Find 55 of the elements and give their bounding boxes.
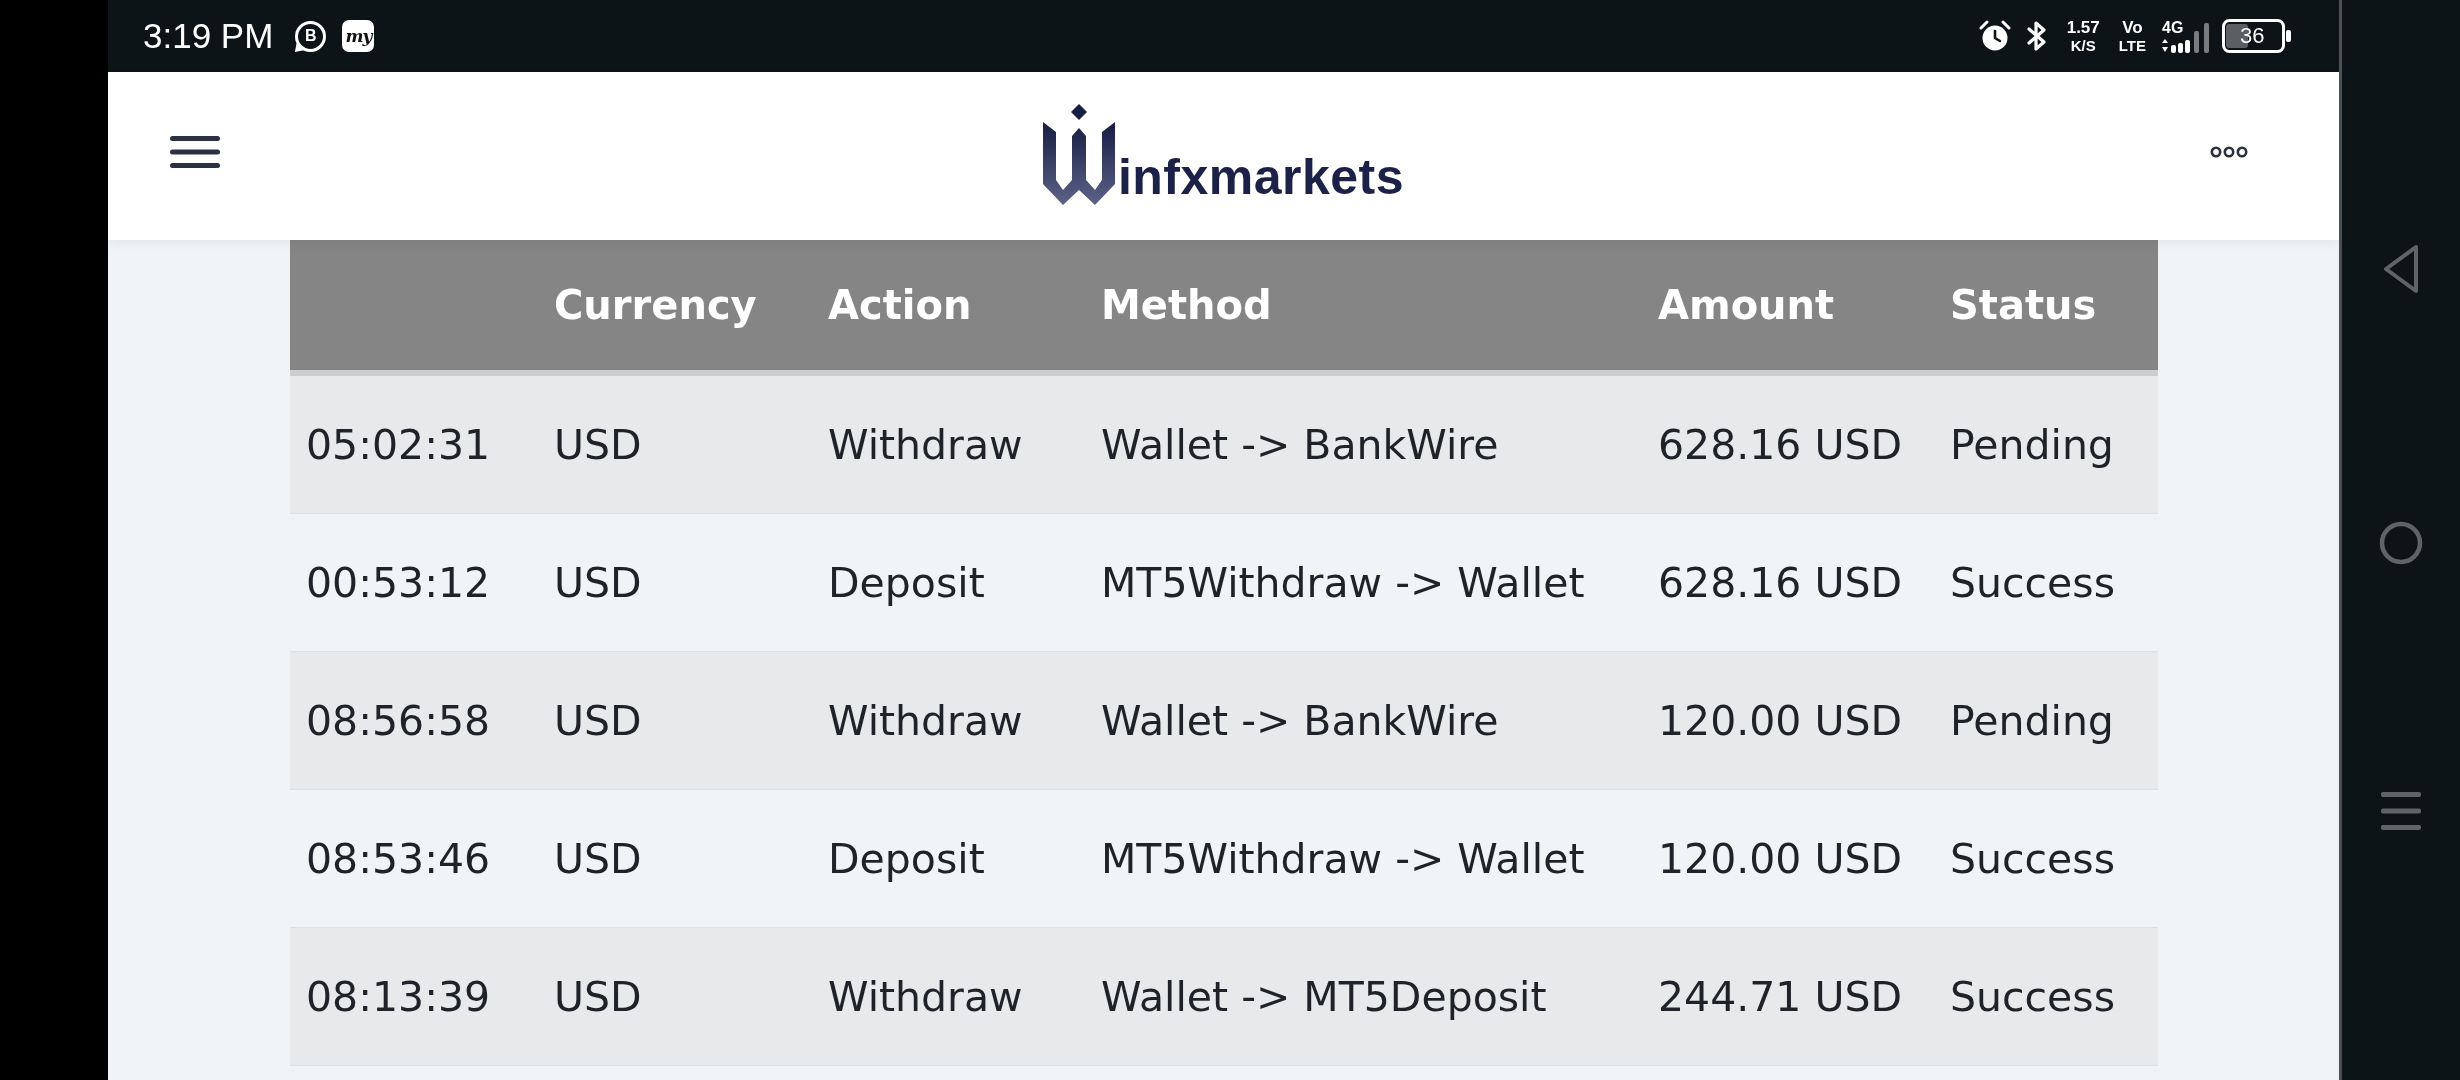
table-cell: 244.71 USD <box>1658 972 1903 1021</box>
column-header: Method <box>1101 282 1272 328</box>
column-header: Action <box>828 282 972 328</box>
column-header: Amount <box>1658 282 1835 328</box>
signal-icon <box>2162 21 2210 53</box>
recent-apps-icon[interactable] <box>2381 792 2421 830</box>
table-cell: Withdraw <box>828 420 1023 469</box>
menu-icon[interactable] <box>170 136 220 168</box>
column-header: Status <box>1950 282 2097 328</box>
chat-app-badge: B <box>295 20 327 52</box>
table-cell: 628.16 USD <box>1658 420 1903 469</box>
network-type-label: 4G <box>2162 19 2184 36</box>
app-tile-badge: my <box>342 20 375 52</box>
table-cell: Withdraw <box>828 696 1023 745</box>
column-header: Currency <box>554 282 757 328</box>
table-cell: Withdraw <box>828 972 1023 1021</box>
table-cell: USD <box>554 696 642 745</box>
table-cell: 00:53:12 <box>306 558 491 607</box>
bluetooth-icon <box>2025 20 2048 52</box>
table-cell: 08:56:58 <box>306 696 491 745</box>
table-cell: Pending <box>1950 696 2114 745</box>
table-cell: MT5Withdraw -> Wallet <box>1101 834 1585 883</box>
table-cell: MT5Withdraw -> Wallet <box>1101 558 1585 607</box>
battery-percentage: 36 <box>2240 24 2265 48</box>
table-cell: Pending <box>1950 420 2114 469</box>
table-cell: Wallet -> MT5Deposit <box>1101 972 1547 1021</box>
table-cell: 120.00 USD <box>1658 834 1903 883</box>
table-cell: 05:02:31 <box>306 420 491 469</box>
battery-icon <box>2222 19 2292 53</box>
volte-label: LTE <box>2118 36 2146 55</box>
table-cell: USD <box>554 972 642 1021</box>
table-cell: Wallet -> BankWire <box>1101 420 1499 469</box>
table-cell: USD <box>554 834 642 883</box>
table-cell: USD <box>554 420 642 469</box>
table-cell: USD <box>554 558 642 607</box>
volte-label: Vo <box>2122 17 2143 37</box>
table-cell: 628.16 USD <box>1658 558 1903 607</box>
table-cell: 120.00 USD <box>1658 696 1903 745</box>
table-cell: Wallet -> BankWire <box>1101 696 1499 745</box>
network-speed-unit: K/S <box>2070 36 2096 55</box>
more-options-icon[interactable] <box>2210 146 2248 158</box>
table-cell: 08:53:46 <box>306 834 491 883</box>
logo-icon <box>1042 102 1115 206</box>
alarm-clock-icon <box>1978 20 2011 52</box>
table-cell: Deposit <box>828 834 985 883</box>
logo-text: infxmarkets <box>1117 152 1405 202</box>
back-icon[interactable] <box>2383 244 2419 294</box>
table-cell: Success <box>1950 834 2116 883</box>
home-icon[interactable] <box>2379 521 2423 565</box>
table-cell: Deposit <box>828 558 985 607</box>
table-cell: Success <box>1950 558 2116 607</box>
table-cell: Success <box>1950 972 2116 1021</box>
network-speed-value: 1.57 <box>2066 17 2100 37</box>
table-cell: 08:13:39 <box>306 972 491 1021</box>
status-time: 3:19 PM <box>143 16 274 56</box>
